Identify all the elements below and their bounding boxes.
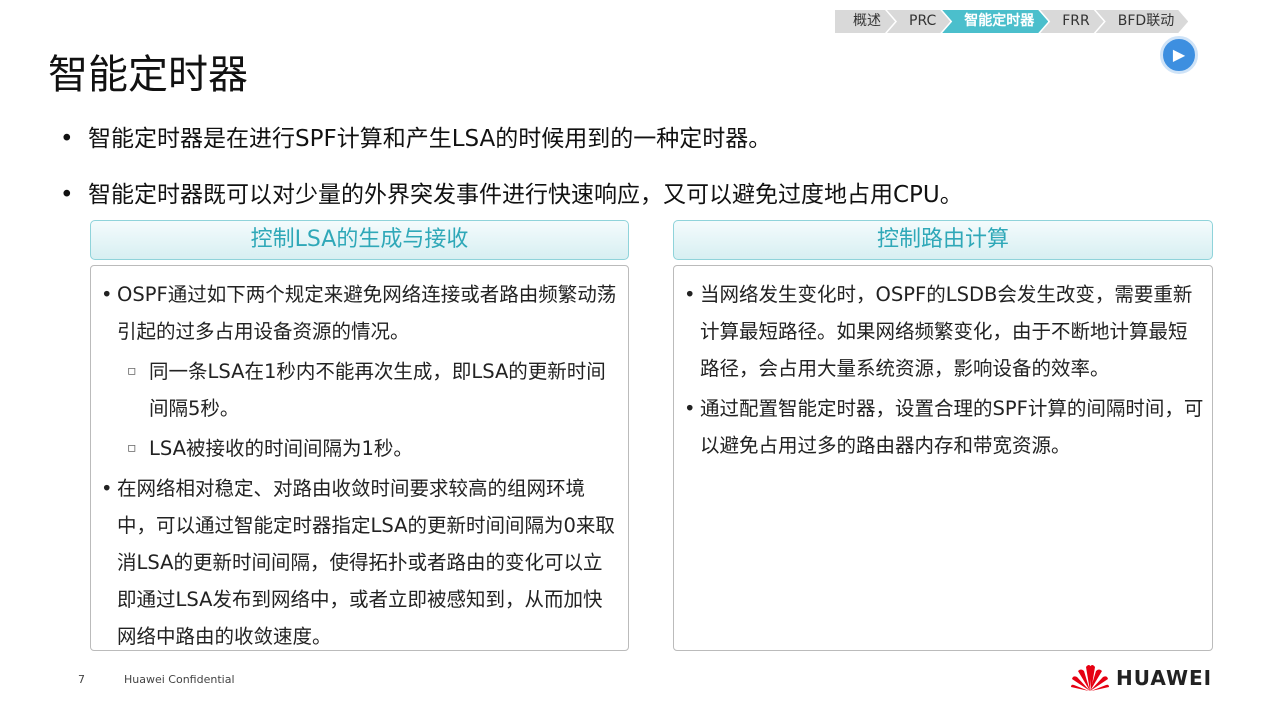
- nav-step-bfd[interactable]: BFD联动: [1096, 10, 1188, 33]
- nav-step-smart-timer[interactable]: 智能定时器: [942, 10, 1048, 33]
- list-item: 通过配置智能定时器，设置合理的SPF计算的间隔时间，可以避免占用过多的路由器内存…: [682, 390, 1204, 464]
- list-item: 在网络相对稳定、对路由收敛时间要求较高的组网环境中，可以通过智能定时器指定LSA…: [99, 470, 620, 655]
- nav-step-overview[interactable]: 概述: [835, 10, 895, 33]
- list-item: 当网络发生变化时，OSPF的LSDB会发生改变，需要重新计算最短路径。如果网络频…: [682, 276, 1204, 387]
- nav-step-prc[interactable]: PRC: [887, 10, 950, 33]
- bullet-item: 智能定时器是在进行SPF计算和产生LSA的时候用到的一种定时器。: [60, 120, 963, 176]
- sub-list-item: 同一条LSA在1秒内不能再次生成，即LSA的更新时间间隔5秒。: [99, 353, 620, 427]
- right-panel-header: 控制路由计算: [673, 220, 1213, 260]
- player-logo-icon: ▶: [1160, 36, 1198, 74]
- huawei-flower-icon: [1071, 665, 1109, 691]
- right-panel-body: 当网络发生变化时，OSPF的LSDB会发生改变，需要重新计算最短路径。如果网络频…: [673, 265, 1213, 651]
- huawei-logo: HUAWEI: [1070, 663, 1212, 693]
- section-nav: 概述 PRC 智能定时器 FRR BFD联动: [835, 10, 1180, 33]
- left-panel-body: OSPF通过如下两个规定来避免网络连接或者路由频繁动荡引起的过多占用设备资源的情…: [90, 265, 629, 651]
- huawei-logo-text: HUAWEI: [1116, 666, 1213, 690]
- intro-bullets: 智能定时器是在进行SPF计算和产生LSA的时候用到的一种定时器。 智能定时器既可…: [60, 120, 963, 232]
- page-title: 智能定时器: [48, 52, 248, 98]
- list-item: OSPF通过如下两个规定来避免网络连接或者路由频繁动荡引起的过多占用设备资源的情…: [99, 276, 620, 350]
- page-number: 7: [78, 673, 85, 686]
- confidential-label: Huawei Confidential: [124, 673, 235, 686]
- left-panel-header: 控制LSA的生成与接收: [90, 220, 629, 260]
- sub-list-item: LSA被接收的时间间隔为1秒。: [99, 430, 620, 467]
- nav-step-frr[interactable]: FRR: [1040, 10, 1104, 33]
